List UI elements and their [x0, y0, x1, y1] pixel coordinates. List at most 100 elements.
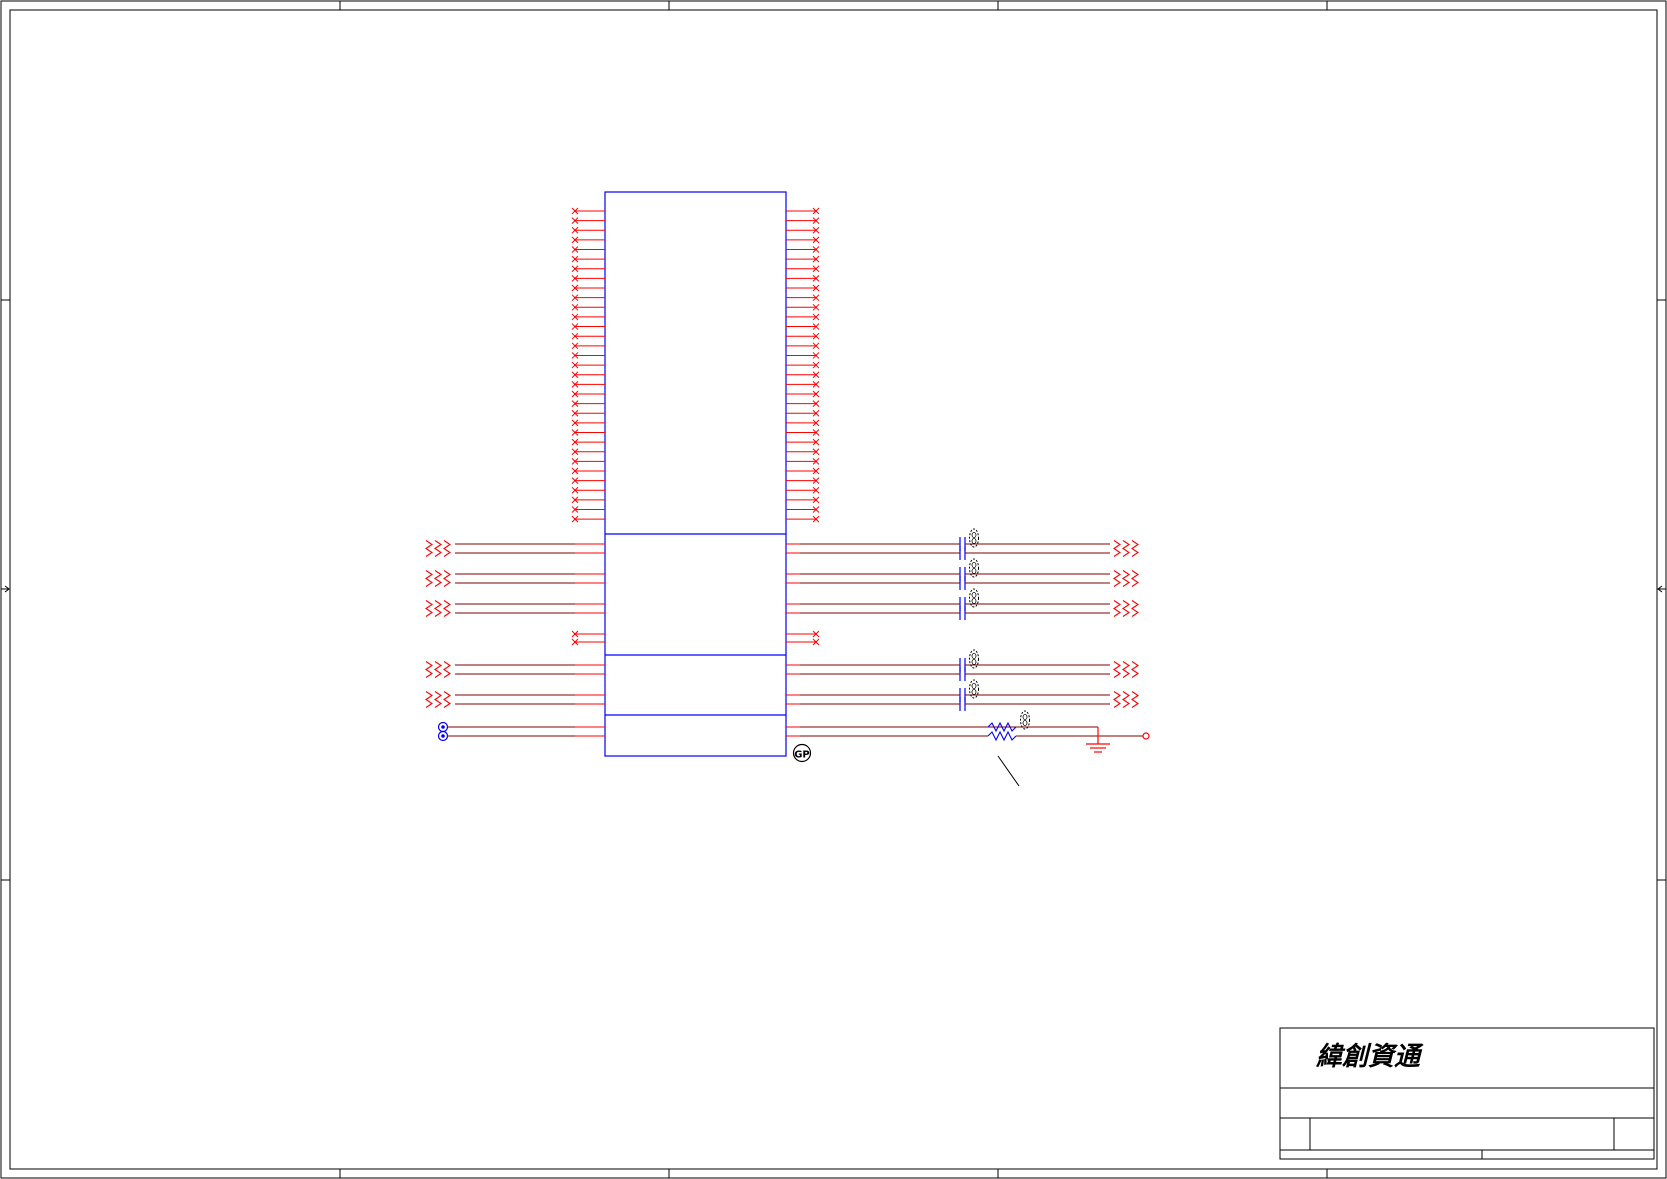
- schematic-sheet: 緯創資通 GP: [0, 0, 1667, 1179]
- left-nc-pin: [571, 323, 605, 330]
- svg-text:GP: GP: [794, 750, 810, 761]
- left-nc-pin: [571, 313, 605, 321]
- right-nc-pin: [786, 246, 820, 253]
- left-nc-pin: [571, 419, 605, 427]
- right-nc-pin: [786, 477, 820, 484]
- circle-terminal-icon: [437, 730, 449, 742]
- right-nc-pin: [786, 361, 820, 369]
- capacitor-icon: [959, 597, 966, 611]
- left-nc-pin: [571, 236, 605, 244]
- right-nc-pin: [786, 630, 820, 638]
- left-nc-pin: [571, 467, 605, 475]
- right-nc-pin: [786, 236, 820, 244]
- triple-chevron-icon: [425, 570, 451, 587]
- company-logo-text: 緯創資通: [1315, 1042, 1424, 1072]
- right-nc-pin: [786, 380, 820, 388]
- triple-chevron-icon: [1113, 661, 1139, 678]
- diff-pair-net: [425, 558, 1139, 590]
- dashed-oval-icon: [1020, 710, 1030, 730]
- resistor-icon: [987, 721, 1017, 742]
- left-nc-pin: [571, 429, 605, 436]
- left-nc-pin: [571, 477, 605, 484]
- triple-chevron-icon: [425, 600, 451, 617]
- left-nc-pin: [571, 275, 605, 282]
- left-nc-pin: [571, 638, 605, 646]
- right-nc-pin: [786, 371, 820, 379]
- capacitor-icon: [959, 567, 966, 581]
- right-nc-pin: [786, 429, 820, 436]
- left-nc-pin: [571, 630, 605, 638]
- right-nc-pin: [786, 284, 820, 292]
- connector-body: [604, 191, 787, 757]
- right-nc-pin: [786, 400, 820, 407]
- left-nc-pin: [571, 448, 605, 456]
- right-nc-pin: [786, 226, 820, 234]
- capacitor-icon: [959, 658, 966, 672]
- right-nc-pin: [786, 265, 820, 273]
- triple-chevron-icon: [1113, 600, 1139, 617]
- left-nc-pin: [571, 506, 605, 513]
- capacitor-icon: [959, 537, 966, 551]
- triple-chevron-icon: [425, 540, 451, 557]
- left-nc-pin: [571, 371, 605, 379]
- left-nc-pin: [571, 352, 605, 359]
- right-nc-pin: [786, 486, 820, 494]
- bottom-section-net: [437, 710, 1143, 742]
- capacitor-icon: [959, 667, 966, 681]
- right-nc-pin: [786, 294, 820, 302]
- right-nc-pin: [786, 438, 820, 446]
- right-nc-pin: [786, 506, 820, 513]
- right-nc-pin: [786, 342, 820, 350]
- left-nc-pin: [571, 255, 605, 263]
- diff-pair-net: [425, 588, 1139, 620]
- leader-line: [997, 755, 1020, 787]
- triple-chevron-icon: [1113, 570, 1139, 587]
- right-nc-pin: [786, 255, 820, 263]
- right-nc-pin: [786, 419, 820, 427]
- left-nc-pin: [571, 226, 605, 234]
- capacitor-icon: [959, 546, 966, 560]
- left-nc-pin: [571, 380, 605, 388]
- left-nc-pin: [571, 515, 605, 523]
- right-nc-pin: [786, 448, 820, 456]
- capacitor-icon: [959, 697, 966, 711]
- left-nc-pin: [571, 294, 605, 302]
- left-nc-pin: [571, 458, 605, 465]
- left-nc-pin: [571, 496, 605, 504]
- right-nc-pin: [786, 467, 820, 475]
- left-nc-pin: [571, 342, 605, 350]
- right-nc-pin: [786, 515, 820, 523]
- triple-chevron-icon: [1113, 540, 1139, 557]
- right-nc-pin: [786, 323, 820, 330]
- diff-pair-net: [425, 679, 1139, 711]
- capacitor-icon: [959, 688, 966, 702]
- left-nc-pin: [571, 438, 605, 446]
- left-nc-pin: [571, 246, 605, 253]
- left-nc-pin: [571, 390, 605, 398]
- right-nc-pin: [786, 207, 820, 215]
- right-nc-pin: [786, 313, 820, 321]
- triple-chevron-icon: [425, 661, 451, 678]
- triple-chevron-icon: [1113, 691, 1139, 708]
- left-nc-pin: [571, 332, 605, 340]
- left-nc-pin: [571, 284, 605, 292]
- left-nc-pin: [571, 265, 605, 273]
- right-nc-pin: [786, 217, 820, 224]
- right-nc-pin: [786, 638, 820, 646]
- gp-badge-icon: GP: [792, 743, 812, 763]
- right-nc-pin: [786, 458, 820, 465]
- right-nc-pin: [786, 332, 820, 340]
- left-nc-pin: [571, 486, 605, 494]
- left-nc-pin: [571, 361, 605, 369]
- capacitor-icon: [959, 576, 966, 590]
- left-nc-pin: [571, 400, 605, 407]
- circle-terminal-icon: [1142, 732, 1150, 740]
- circle-terminal-icon: [437, 721, 449, 733]
- right-nc-pin: [786, 496, 820, 504]
- right-nc-pin: [786, 303, 820, 311]
- right-nc-pin: [786, 352, 820, 359]
- left-nc-pin: [571, 207, 605, 215]
- signal-nets: [425, 528, 1143, 742]
- left-nc-pin: [571, 303, 605, 311]
- triple-chevron-icon: [425, 691, 451, 708]
